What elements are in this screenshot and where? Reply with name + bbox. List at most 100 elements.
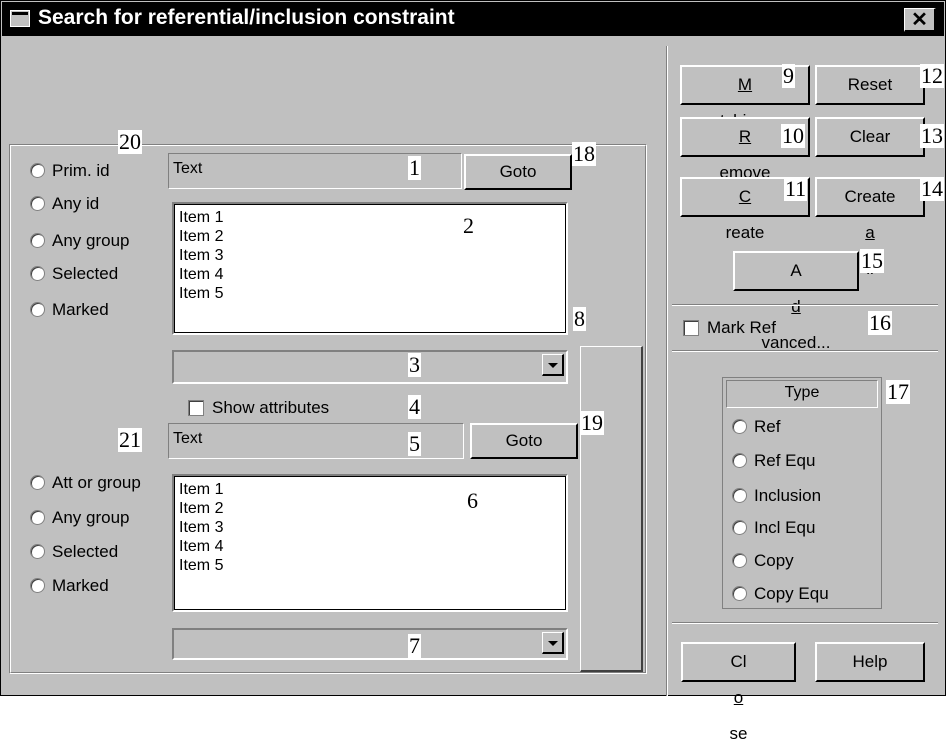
annotation-15: 15 (860, 248, 884, 273)
radio-selected-2[interactable]: Selected (30, 542, 118, 562)
type-radio-inclusion[interactable]: Inclusion (732, 486, 821, 506)
checkbox[interactable] (683, 319, 699, 336)
annotation-3: 3 (408, 352, 421, 377)
show-attributes-checkbox[interactable]: Show attributes (188, 398, 329, 418)
target-list[interactable]: Item 1 Item 2 Item 3 Item 4 Item 5 (172, 474, 568, 612)
right-separator-1 (672, 304, 938, 306)
radio-selected[interactable]: Selected (30, 264, 118, 284)
annotation-20: 20 (118, 129, 142, 154)
chevron-down-icon[interactable] (542, 632, 564, 654)
annotation-13: 13 (920, 123, 944, 148)
annotation-2: 2 (462, 213, 475, 238)
annotation-14: 14 (920, 176, 944, 201)
list-item[interactable]: Item 1 (179, 480, 566, 499)
radio-button[interactable] (30, 196, 45, 212)
right-separator-3 (672, 622, 938, 624)
checkbox[interactable] (188, 399, 204, 416)
radio-att-or-group[interactable]: Att or group (30, 473, 141, 493)
annotation-17: 17 (886, 379, 910, 404)
main-separator (666, 46, 668, 696)
radio-any-group[interactable]: Any group (30, 231, 130, 251)
type-radio-ref-equ[interactable]: Ref Equ (732, 451, 815, 471)
annotation-9: 9 (782, 63, 795, 88)
target-text-value: Text (173, 430, 203, 447)
list-item[interactable]: Item 5 (179, 284, 566, 303)
list-item[interactable]: Item 4 (179, 537, 566, 556)
type-radio-ref[interactable]: Ref (732, 417, 780, 437)
radio-label: Selected (52, 542, 119, 561)
radio-label: Prim. id (52, 161, 110, 180)
annotation-12: 12 (920, 63, 944, 88)
radio-any-group-2[interactable]: Any group (30, 508, 130, 528)
close-button[interactable]: Cl o se (681, 642, 796, 743)
source-combo[interactable] (172, 350, 568, 384)
radio-button[interactable] (30, 266, 45, 282)
radio-button[interactable] (30, 302, 45, 318)
annotation-18: 18 (572, 141, 596, 166)
annotation-4: 4 (408, 394, 421, 419)
radio-button[interactable] (30, 544, 45, 560)
advanced-button[interactable]: Ad vanced... (733, 251, 859, 352)
radio-marked[interactable]: Marked (30, 300, 109, 320)
annotation-1: 1 (408, 155, 421, 180)
annotation-16: 16 (868, 310, 892, 335)
radio-any-id[interactable]: Any id (30, 194, 99, 214)
side-panel (580, 346, 643, 672)
radio-button[interactable] (732, 488, 747, 504)
checkbox-label: Show attributes (212, 398, 330, 417)
radio-label: Marked (52, 300, 109, 319)
radio-button[interactable] (30, 510, 45, 526)
radio-button[interactable] (30, 233, 45, 249)
list-item[interactable]: Item 3 (179, 518, 566, 537)
radio-button[interactable] (732, 520, 747, 536)
radio-label: Any group (52, 508, 130, 527)
radio-button[interactable] (30, 163, 45, 179)
radio-button[interactable] (30, 578, 45, 594)
annotation-8: 8 (573, 306, 586, 331)
type-radio-incl-equ[interactable]: Incl Equ (732, 518, 815, 538)
checkbox-label: Mark Ref (707, 318, 776, 337)
radio-label: Att or group (52, 473, 141, 492)
radio-marked-2[interactable]: Marked (30, 576, 109, 596)
radio-button[interactable] (732, 419, 747, 435)
radio-label: Any group (52, 231, 130, 250)
help-button[interactable]: Help (815, 642, 925, 682)
type-radio-copy-equ[interactable]: Copy Equ (732, 584, 829, 604)
type-header: Type (726, 380, 878, 408)
goto-button-2[interactable]: Goto (470, 423, 578, 459)
list-item[interactable]: Item 2 (179, 227, 566, 246)
radio-label: Inclusion (754, 486, 822, 505)
mark-ref-checkbox[interactable]: Mark Ref (683, 318, 776, 338)
source-text-value: Text (173, 160, 203, 177)
radio-label: Any id (52, 194, 100, 213)
list-item[interactable]: Item 3 (179, 246, 566, 265)
annotation-6: 6 (466, 488, 479, 513)
list-item[interactable]: Item 5 (179, 556, 566, 575)
annotation-19: 19 (580, 410, 604, 435)
create-all-button[interactable]: Create all (815, 177, 925, 278)
type-radio-copy[interactable]: Copy (732, 551, 794, 571)
annotation-5: 5 (408, 431, 421, 456)
list-item[interactable]: Item 4 (179, 265, 566, 284)
reset-button[interactable]: Reset (815, 65, 925, 105)
radio-button[interactable] (30, 475, 45, 491)
clear-button[interactable]: Clear (815, 117, 925, 157)
radio-button[interactable] (732, 453, 747, 469)
radio-prim-id[interactable]: Prim. id (30, 161, 110, 181)
window-menu-icon[interactable] (10, 10, 30, 27)
goto-button-1[interactable]: Goto (464, 154, 572, 190)
chevron-down-icon[interactable] (542, 354, 564, 376)
radio-button[interactable] (732, 586, 747, 602)
title-bar: Search for referential/inclusion constra… (2, 2, 944, 36)
annotation-21: 21 (118, 427, 142, 452)
list-item[interactable]: Item 1 (179, 208, 566, 227)
radio-label: Copy (754, 551, 794, 570)
annotation-11: 11 (784, 176, 808, 201)
source-list[interactable]: Item 1 Item 2 Item 3 Item 4 Item 5 (172, 202, 568, 335)
target-combo[interactable] (172, 628, 568, 660)
list-item[interactable]: Item 2 (179, 499, 566, 518)
radio-button[interactable] (732, 553, 747, 569)
radio-label: Ref (754, 417, 781, 436)
right-separator-2 (672, 350, 938, 352)
close-icon[interactable]: ✕ (904, 8, 936, 32)
